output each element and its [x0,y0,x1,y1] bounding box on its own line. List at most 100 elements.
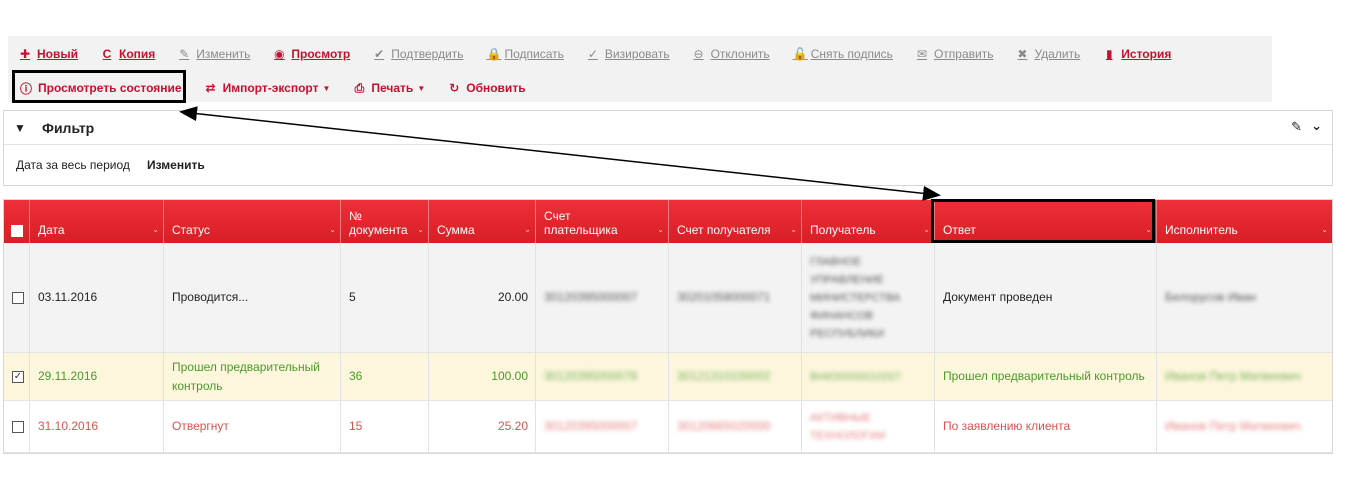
confirm-button[interactable]: ✔ Подтвердить [373,47,463,61]
delete-button[interactable]: ✖ Удалить [1016,47,1080,61]
history-button[interactable]: ▮ История [1103,47,1171,61]
cell-answer: По заявлению клиента [935,401,1157,452]
cell-doc-number: 36 [341,353,429,400]
unlock-icon: 🔓 [792,47,808,61]
column-header-executor[interactable]: Исполнитель ⌄ [1157,200,1332,243]
toolbar-button-label: Изменить [196,47,251,61]
cell-answer: Прошел предварительный контроль [935,353,1157,400]
column-header-payer-account[interactable]: Счет плательщика ⌄ [536,200,669,243]
cell-answer: Документ проведен [935,243,1157,352]
column-header-label: Исполнитель [1165,223,1238,237]
cell-amount-text: 20.00 [497,290,528,304]
cell-status: Прошел предварительный контроль [164,353,341,400]
column-header-label: № документа [349,209,408,237]
toolbar-button-label: Подтвердить [391,47,464,61]
sign-button[interactable]: 🔒 Подписать [487,47,564,61]
print-button[interactable]: ⎙ Печать ▼ [353,81,426,96]
cell-recipient-account: 30120665020000 [669,401,802,452]
row-checkbox[interactable] [12,420,24,433]
cell-recipient: АКТИВНЫЕ ТЕХНОЛОГИИ [802,401,935,452]
column-header-label: Ответ [943,223,976,237]
minus-circle-icon: ⊖ [693,47,704,61]
approve-button[interactable]: ✓ Визировать [587,47,670,61]
view-status-button[interactable]: ⓘ Просмотреть состояние [20,80,182,97]
column-header-answer[interactable]: Ответ ⌄ [935,200,1157,243]
send-button[interactable]: ✉ Отправить [916,47,994,61]
column-header-label: Сумма [437,223,475,237]
cell-recipient-text: ВНИЗ0000010207 [810,370,902,383]
reject-button[interactable]: ⊖ Отклонить [693,47,770,61]
table-row[interactable]: ✓ 29.11.2016 Прошел предварительный контро… [4,353,1332,401]
toolbar-button-label: Обновить [466,81,526,95]
book-icon: ▮ [1105,47,1113,61]
column-header-recipient[interactable]: Получатель ⌄ [802,200,935,243]
sort-chevron-icon: ⌄ [790,225,797,234]
sort-chevron-icon: ⌄ [329,225,336,234]
cell-date-text: 03.11.2016 [38,290,98,304]
toolbar-button-label: Просмотр [291,47,351,61]
copy-refresh-icon: C [102,47,112,61]
new-button[interactable]: ✚ Новый [19,47,78,61]
column-header-label: Получатель [810,223,876,237]
chevron-down-icon[interactable]: ⌄ [1311,118,1322,134]
sort-chevron-icon: ⌄ [524,225,531,234]
column-header-label: Дата [38,223,65,237]
row-checkbox[interactable]: ✓ [12,370,24,383]
import-export-button[interactable]: ⇄ Импорт-экспорт ▼ [205,81,331,95]
header-select-all [4,200,30,243]
row-checkbox[interactable] [12,291,24,304]
cell-date: 29.11.2016 [30,353,164,400]
toolbar-row-2: ⓘ Просмотреть состояние ⇄ Импорт-экспорт ▼ ⎙ П… [8,72,538,104]
table-row[interactable]: 03.11.2016 Проводится... 5 20.00 30120395000… [4,243,1332,353]
plus-icon: ✚ [19,47,31,61]
filter-change-link[interactable]: Изменить [147,158,205,172]
sort-chevron-icon: ⌄ [923,225,930,234]
cell-doc-number: 5 [341,243,429,352]
sort-chevron-icon: ⌄ [1321,225,1328,234]
cell-payer-account-text: 30120395000007 [544,290,638,304]
lock-icon: 🔒 [486,47,502,61]
remove-signature-button[interactable]: 🔓 Снять подпись [793,47,893,61]
cell-amount: 20.00 [429,243,536,352]
toolbar-button-label: Отклонить [710,47,770,61]
table-row[interactable]: 31.10.2016 Отвергнут 15 25.20 30120395000007… [4,401,1332,453]
toolbar-button-label: Печать [371,81,414,95]
column-header-label: Счет получателя [677,223,771,237]
copy-button[interactable]: C Копия [101,47,156,61]
column-header-status[interactable]: Статус ⌄ [164,200,341,243]
check-circle-icon: ✓ [587,47,598,61]
cell-amount: 25.20 [429,401,536,452]
cell-amount: 100.00 [429,353,536,400]
view-button[interactable]: ◉ Просмотр [273,47,350,61]
check-icon: ✔ [374,47,385,61]
toolbar-button-label: Подписать [504,47,564,61]
cell-amount-text: 25.20 [497,419,528,433]
column-header-recipient-account[interactable]: Счет получателя ⌄ [669,200,802,243]
column-header-amount[interactable]: Сумма ⌄ [429,200,536,243]
filter-header[interactable]: ▼ Фильтр ✎ ⌄ [4,111,1332,145]
sort-chevron-icon: ⌄ [152,225,159,234]
toolbar-button-label: Визировать [604,47,670,61]
toolbar-row-1: ✚ Новый C Копия ✎ Изменить ◉ Просмотр ✔ Подтверди… [8,38,1183,70]
cell-executor: Белорусов Иван [1157,243,1332,352]
select-all-checkbox[interactable] [11,225,23,237]
column-header-doc-number[interactable]: № документа ⌄ [341,200,429,243]
cell-status-text: Проводится... [172,290,249,304]
cell-recipient-account: 30201058000071 [669,243,802,352]
cell-payer-account-text: 30120395000007 [544,419,638,433]
cell-executor-text: Иванов Петр Матвеевич [1165,419,1301,433]
cell-executor: Иванов Петр Матвеевич [1157,353,1332,400]
refresh-button[interactable]: ↻ Обновить [448,81,525,95]
envelope-icon: ✉ [916,47,927,61]
toolbar-button-label: Копия [119,47,156,61]
cell-doc-number-text: 36 [349,369,363,383]
funnel-icon: ▼ [14,121,26,135]
cell-date-text: 31.10.2016 [38,419,99,433]
dropdown-caret-icon: ▼ [322,83,331,93]
pin-icon[interactable]: ✎ [1291,119,1302,135]
toolbar-button-label: Импорт-экспорт [222,81,319,95]
toolbar-button-label: Отправить [933,47,994,61]
column-header-date[interactable]: Дата ⌄ [30,200,164,243]
edit-button[interactable]: ✎ Изменить [178,47,250,61]
refresh-icon: ↻ [449,81,460,95]
